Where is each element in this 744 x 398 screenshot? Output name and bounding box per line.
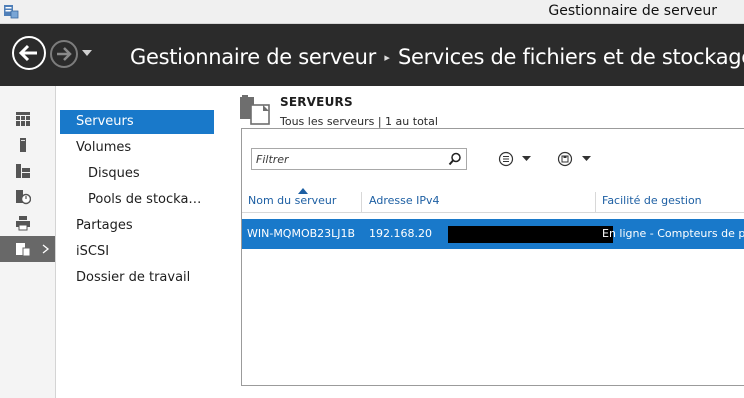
back-arrow-icon bbox=[18, 44, 37, 62]
back-button[interactable] bbox=[12, 36, 46, 70]
server-manager-app-icon bbox=[4, 5, 19, 19]
table-row[interactable]: WIN-MQMOB23LJ1B 192.168.20 En ligne - Co… bbox=[242, 219, 744, 249]
column-header-ipv4[interactable]: Adresse IPv4 bbox=[369, 190, 439, 212]
list-options-dropdown-button[interactable] bbox=[498, 151, 538, 167]
column-divider[interactable] bbox=[361, 192, 362, 212]
redaction-block bbox=[448, 226, 613, 243]
column-header-server-name[interactable]: Nom du serveur bbox=[248, 190, 336, 212]
servers-section-icon bbox=[240, 95, 270, 125]
nav-item-pools-de-stockage[interactable]: Pools de stocka… bbox=[88, 188, 218, 212]
history-dropdown-icon[interactable] bbox=[80, 47, 94, 59]
nav-item-disques[interactable]: Disques bbox=[88, 162, 216, 186]
table-header: Nom du serveur Adresse IPv4 Facilité de … bbox=[242, 188, 744, 213]
column-divider[interactable] bbox=[595, 192, 596, 212]
cell-manageability: En ligne - Compteurs de pe bbox=[602, 227, 744, 240]
main-content: SERVEURS Tous les serveurs | 1 au total … bbox=[221, 86, 744, 398]
nav-item-volumes[interactable]: Volumes bbox=[76, 136, 216, 160]
cell-ipv4: 192.168.20 bbox=[369, 227, 432, 240]
iis-icon bbox=[16, 190, 31, 205]
forward-arrow-icon bbox=[57, 47, 72, 61]
window-title-bar: Gestionnaire de serveur bbox=[0, 0, 744, 24]
breadcrumb-root[interactable]: Gestionnaire de serveur bbox=[130, 45, 376, 69]
window-title: Gestionnaire de serveur bbox=[548, 3, 717, 19]
nav-item-partages[interactable]: Partages bbox=[76, 214, 216, 238]
dashboard-icon bbox=[16, 112, 30, 126]
nav-item-iscsi[interactable]: iSCSI bbox=[76, 240, 216, 264]
breadcrumb-current: Services de fichiers et de stockage bbox=[397, 45, 744, 69]
nav-item-serveurs[interactable]: Serveurs bbox=[60, 110, 214, 134]
search-icon[interactable] bbox=[448, 152, 462, 166]
filter-input[interactable] bbox=[254, 150, 444, 168]
section-subtitle: Tous les serveurs | 1 au total bbox=[280, 115, 438, 128]
local-server-icon bbox=[20, 138, 26, 152]
rail-item-all-servers[interactable] bbox=[0, 158, 55, 184]
cell-server-name: WIN-MQMOB23LJ1B bbox=[247, 227, 356, 240]
filter-box[interactable] bbox=[251, 148, 467, 170]
section-title: SERVEURS bbox=[280, 95, 353, 109]
column-header-manageability[interactable]: Facilité de gestion bbox=[602, 190, 702, 212]
forward-button[interactable] bbox=[50, 40, 78, 68]
breadcrumb-separator-icon: ▸ bbox=[384, 50, 390, 64]
file-storage-icon bbox=[16, 243, 31, 257]
header-bar: Gestionnaire de serveur ▸ Services de fi… bbox=[0, 24, 744, 86]
all-servers-icon bbox=[16, 164, 30, 178]
rail-item-print-services[interactable] bbox=[0, 210, 55, 236]
navigation-rail bbox=[0, 86, 56, 398]
rail-item-iis[interactable] bbox=[0, 184, 55, 210]
save-query-dropdown-button[interactable] bbox=[557, 151, 597, 167]
breadcrumb: Gestionnaire de serveur ▸ Services de fi… bbox=[130, 42, 744, 72]
nav-item-dossier-de-travail[interactable]: Dossier de travail bbox=[76, 266, 216, 290]
rail-item-local-server[interactable] bbox=[0, 132, 55, 158]
printer-icon bbox=[16, 216, 30, 231]
navigation-panel: Serveurs Volumes Disques Pools de stocka… bbox=[56, 86, 221, 398]
expand-arrow-icon[interactable] bbox=[42, 244, 50, 254]
rail-item-dashboard[interactable] bbox=[0, 106, 55, 132]
rail-item-file-storage[interactable] bbox=[0, 236, 55, 262]
